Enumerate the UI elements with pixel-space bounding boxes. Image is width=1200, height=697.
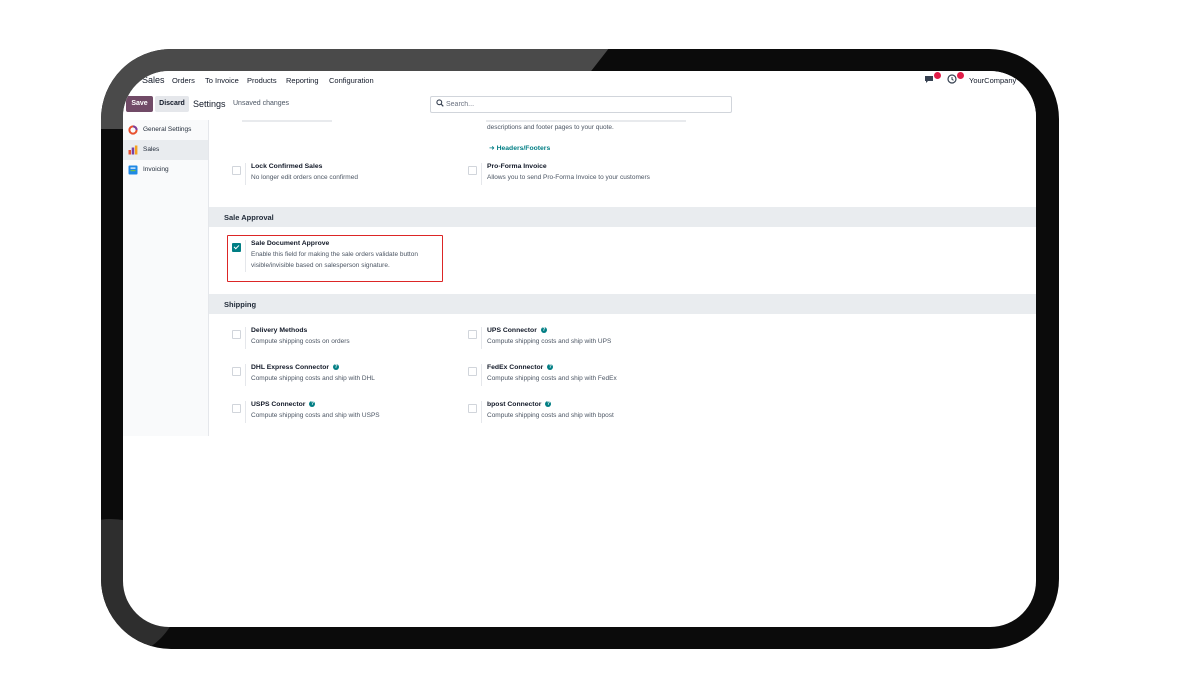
app-screen: Sales Orders To Invoice Products Reporti… — [123, 71, 1036, 627]
messages-icon[interactable] — [924, 72, 941, 86]
discard-button[interactable]: Discard — [155, 96, 189, 112]
setting-desc: Compute shipping costs and ship with DHL — [251, 375, 375, 382]
lock-confirmed-sales-checkbox[interactable] — [232, 166, 241, 175]
sidebar-item-invoicing[interactable]: Invoicing — [123, 160, 208, 180]
setting-divider — [245, 364, 246, 386]
setting-desc: Compute shipping costs and ship with UPS — [487, 338, 612, 345]
help-icon[interactable]: ? — [547, 364, 554, 370]
activity-icon[interactable] — [947, 72, 964, 86]
setting-title: FedEx Connector — [487, 364, 544, 371]
setting-divider — [245, 240, 246, 272]
sidebar-label: General Settings — [143, 126, 192, 133]
setting-title-wrap: UPS Connector? — [487, 327, 547, 334]
setting-title: bpost Connector — [487, 401, 542, 408]
pro-forma-invoice-checkbox[interactable] — [468, 166, 477, 175]
menu-orders[interactable]: Orders — [172, 76, 195, 85]
setting-title: Lock Confirmed Sales — [251, 163, 323, 170]
section-header-sale-approval: Sale Approval — [209, 207, 1036, 227]
control-panel: Save Discard Settings Unsaved changes — [123, 91, 1036, 120]
setting-divider — [245, 163, 246, 185]
help-icon[interactable]: ? — [309, 401, 316, 407]
sale-document-approve-checkbox[interactable] — [232, 243, 241, 252]
sales-chart-icon — [128, 145, 138, 155]
setting-title: Delivery Methods — [251, 327, 308, 334]
setting-divider — [481, 401, 482, 423]
setting-desc: Compute shipping costs and ship with Fed… — [487, 375, 617, 382]
chat-bubble-icon — [925, 76, 933, 83]
settings-sidebar: General Settings Sales Invoicing — [123, 120, 209, 436]
setting-title: DHL Express Connector — [251, 364, 330, 371]
setting-title-wrap: DHL Express Connector? — [251, 364, 340, 371]
top-navbar: Sales Orders To Invoice Products Reporti… — [123, 71, 1036, 92]
setting-title-wrap: bpost Connector? — [487, 401, 552, 408]
section-title: Sale Approval — [224, 213, 274, 222]
setting-desc: Allows you to send Pro-Forma Invoice to … — [487, 174, 650, 181]
dhl-express-connector-checkbox[interactable] — [232, 367, 241, 376]
app-name-sales[interactable]: Sales — [142, 75, 165, 85]
setting-desc: Compute shipping costs and ship with bpo… — [487, 412, 614, 419]
sidebar-label: Sales — [143, 146, 160, 153]
help-icon[interactable]: ? — [540, 327, 547, 333]
search-input[interactable] — [446, 98, 716, 110]
menu-configuration[interactable]: Configuration — [329, 76, 374, 85]
setting-title: Pro-Forma Invoice — [487, 163, 547, 170]
setting-title-wrap: FedEx Connector? — [487, 364, 554, 371]
setting-title: Sale Document Approve — [251, 240, 330, 247]
activity-badge — [957, 72, 964, 79]
setting-desc: No longer edit orders once confirmed — [251, 174, 358, 181]
save-button[interactable]: Save — [126, 96, 153, 112]
bpost-connector-checkbox[interactable] — [468, 404, 477, 413]
help-icon[interactable]: ? — [545, 401, 552, 407]
headers-footers-link[interactable]: ➜ Headers/Footers — [489, 144, 550, 152]
setting-desc: Compute shipping costs on orders — [251, 338, 350, 345]
section-title: Shipping — [224, 300, 257, 309]
setting-divider — [245, 327, 246, 349]
cropped-setting-fragment — [242, 120, 332, 122]
cropped-setting-fragment — [486, 120, 686, 122]
setting-title: UPS Connector — [487, 327, 537, 334]
sidebar-item-sales[interactable]: Sales — [123, 140, 208, 160]
fedex-connector-checkbox[interactable] — [468, 367, 477, 376]
delivery-methods-checkbox[interactable] — [232, 330, 241, 339]
menu-products[interactable]: Products — [247, 76, 277, 85]
setting-desc: Enable this field for making the sale or… — [251, 251, 418, 269]
setting-title-wrap: USPS Connector? — [251, 401, 316, 408]
messages-badge — [934, 72, 941, 79]
setting-desc: Compute shipping costs and ship with USP… — [251, 412, 380, 419]
setting-divider — [481, 364, 482, 386]
section-header-shipping: Shipping — [209, 294, 1036, 314]
search-box[interactable] — [430, 96, 732, 113]
page-title: Settings — [193, 99, 226, 109]
setting-title: USPS Connector — [251, 401, 306, 408]
sidebar-label: Invoicing — [143, 166, 169, 173]
sidebar-item-general-settings[interactable]: General Settings — [123, 120, 208, 140]
ups-connector-checkbox[interactable] — [468, 330, 477, 339]
invoicing-icon — [128, 165, 138, 175]
company-switcher[interactable]: YourCompany — [969, 76, 1016, 85]
odoo-logo-icon — [128, 125, 138, 135]
usps-connector-checkbox[interactable] — [232, 404, 241, 413]
help-icon[interactable]: ? — [333, 364, 340, 370]
menu-reporting[interactable]: Reporting — [286, 76, 319, 85]
setting-divider — [245, 401, 246, 423]
setting-divider — [481, 327, 482, 349]
setting-divider — [481, 163, 482, 185]
quotation-builder-desc: descriptions and footer pages to your qu… — [487, 124, 614, 131]
search-icon — [436, 99, 444, 109]
unsaved-indicator: Unsaved changes — [233, 100, 290, 107]
clock-icon — [947, 74, 957, 84]
menu-to-invoice[interactable]: To Invoice — [205, 76, 239, 85]
settings-content: descriptions and footer pages to your qu… — [209, 120, 1036, 440]
